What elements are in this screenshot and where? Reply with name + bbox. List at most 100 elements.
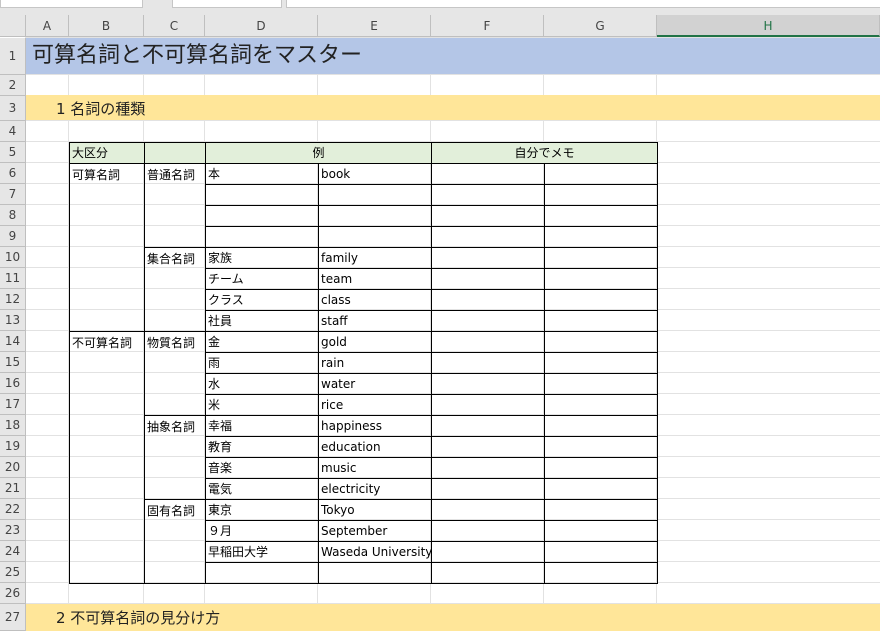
row-header-11[interactable]: 11 — [0, 268, 26, 289]
example-jp-cell[interactable]: クラス — [205, 289, 319, 311]
sub-proper-cell[interactable]: 固有名詞 — [144, 499, 206, 584]
memo-cell[interactable] — [431, 373, 545, 395]
memo-cell[interactable] — [544, 499, 658, 521]
row-header-21[interactable]: 21 — [0, 478, 26, 499]
column-header-d[interactable]: D — [205, 15, 318, 37]
row-header-15[interactable]: 15 — [0, 352, 26, 373]
memo-cell[interactable] — [431, 478, 545, 500]
example-jp-cell[interactable]: 東京 — [205, 499, 319, 521]
select-all-corner[interactable] — [0, 15, 26, 37]
example-en-cell[interactable]: water — [318, 373, 432, 395]
example-jp-cell[interactable]: 音楽 — [205, 457, 319, 479]
row-header-10[interactable]: 10 — [0, 247, 26, 268]
example-jp-cell[interactable]: チーム — [205, 268, 319, 290]
memo-cell[interactable] — [544, 352, 658, 374]
example-jp-cell[interactable]: 早稲田大学 — [205, 541, 319, 563]
memo-cell[interactable] — [431, 331, 545, 353]
row-header-12[interactable]: 12 — [0, 289, 26, 310]
example-jp-cell[interactable] — [205, 226, 319, 248]
row-header-5[interactable]: 5 — [0, 142, 26, 163]
row-header-17[interactable]: 17 — [0, 394, 26, 415]
example-en-cell[interactable]: rain — [318, 352, 432, 374]
memo-cell[interactable] — [544, 205, 658, 227]
major-countable-cell[interactable]: 可算名詞 — [69, 163, 145, 332]
example-jp-cell[interactable]: 水 — [205, 373, 319, 395]
memo-cell[interactable] — [431, 352, 545, 374]
memo-cell[interactable] — [544, 184, 658, 206]
memo-cell[interactable] — [431, 520, 545, 542]
header-memo[interactable]: 自分でメモ — [431, 142, 658, 164]
row-header-16[interactable]: 16 — [0, 373, 26, 394]
row-header-3[interactable]: 3 — [0, 96, 26, 121]
memo-cell[interactable] — [544, 247, 658, 269]
row-header-23[interactable]: 23 — [0, 520, 26, 541]
example-jp-cell[interactable] — [205, 205, 319, 227]
name-box[interactable] — [0, 0, 143, 8]
column-header-a[interactable]: A — [26, 15, 69, 37]
column-header-h[interactable]: H — [657, 15, 880, 37]
example-jp-cell[interactable]: 教育 — [205, 436, 319, 458]
row-header-22[interactable]: 22 — [0, 499, 26, 520]
memo-cell[interactable] — [544, 268, 658, 290]
example-en-cell[interactable]: staff — [318, 310, 432, 332]
row-header-20[interactable]: 20 — [0, 457, 26, 478]
memo-cell[interactable] — [431, 394, 545, 416]
example-jp-cell[interactable]: 電気 — [205, 478, 319, 500]
memo-cell[interactable] — [544, 520, 658, 542]
column-header-e[interactable]: E — [318, 15, 431, 37]
example-en-cell[interactable]: September — [318, 520, 432, 542]
row-header-9[interactable]: 9 — [0, 226, 26, 247]
row-header-14[interactable]: 14 — [0, 331, 26, 352]
row-header-24[interactable]: 24 — [0, 541, 26, 562]
formula-controls[interactable] — [172, 0, 282, 8]
example-en-cell[interactable]: rice — [318, 394, 432, 416]
formula-input[interactable] — [286, 0, 880, 8]
example-en-cell[interactable]: happiness — [318, 415, 432, 437]
row-header-8[interactable]: 8 — [0, 205, 26, 226]
example-jp-cell[interactable]: ９月 — [205, 520, 319, 542]
major-uncountable-cell[interactable]: 不可算名詞 — [69, 331, 145, 584]
memo-cell[interactable] — [544, 373, 658, 395]
example-en-cell[interactable] — [318, 226, 432, 248]
memo-cell[interactable] — [431, 541, 545, 563]
row-header-7[interactable]: 7 — [0, 184, 26, 205]
row-header-18[interactable]: 18 — [0, 415, 26, 436]
memo-cell[interactable] — [431, 310, 545, 332]
memo-cell[interactable] — [544, 436, 658, 458]
example-en-cell[interactable]: electricity — [318, 478, 432, 500]
example-jp-cell[interactable] — [205, 562, 319, 584]
example-jp-cell[interactable]: 米 — [205, 394, 319, 416]
example-jp-cell[interactable] — [205, 184, 319, 206]
column-header-g[interactable]: G — [544, 15, 657, 37]
example-en-cell[interactable]: education — [318, 436, 432, 458]
row-header-2[interactable]: 2 — [0, 75, 26, 96]
memo-cell[interactable] — [431, 268, 545, 290]
example-jp-cell[interactable]: 家族 — [205, 247, 319, 269]
memo-cell[interactable] — [431, 289, 545, 311]
example-en-cell[interactable] — [318, 562, 432, 584]
memo-cell[interactable] — [544, 457, 658, 479]
row-header-6[interactable]: 6 — [0, 163, 26, 184]
memo-cell[interactable] — [431, 499, 545, 521]
memo-cell[interactable] — [544, 562, 658, 584]
column-header-f[interactable]: F — [431, 15, 544, 37]
example-en-cell[interactable]: book — [318, 163, 432, 185]
memo-cell[interactable] — [544, 289, 658, 311]
memo-cell[interactable] — [544, 331, 658, 353]
memo-cell[interactable] — [431, 415, 545, 437]
row-header-19[interactable]: 19 — [0, 436, 26, 457]
example-en-cell[interactable]: music — [318, 457, 432, 479]
memo-cell[interactable] — [431, 184, 545, 206]
row-header-27[interactable]: 27 — [0, 604, 26, 631]
memo-cell[interactable] — [431, 436, 545, 458]
row-header-26[interactable]: 26 — [0, 583, 26, 604]
header-sub-category[interactable] — [144, 142, 206, 164]
memo-cell[interactable] — [431, 457, 545, 479]
memo-cell[interactable] — [544, 478, 658, 500]
example-jp-cell[interactable]: 幸福 — [205, 415, 319, 437]
example-en-cell[interactable]: team — [318, 268, 432, 290]
header-major-category[interactable]: 大区分 — [69, 142, 145, 164]
memo-cell[interactable] — [431, 562, 545, 584]
sub-collective-cell[interactable]: 集合名詞 — [144, 247, 206, 332]
row-header-4[interactable]: 4 — [0, 121, 26, 142]
